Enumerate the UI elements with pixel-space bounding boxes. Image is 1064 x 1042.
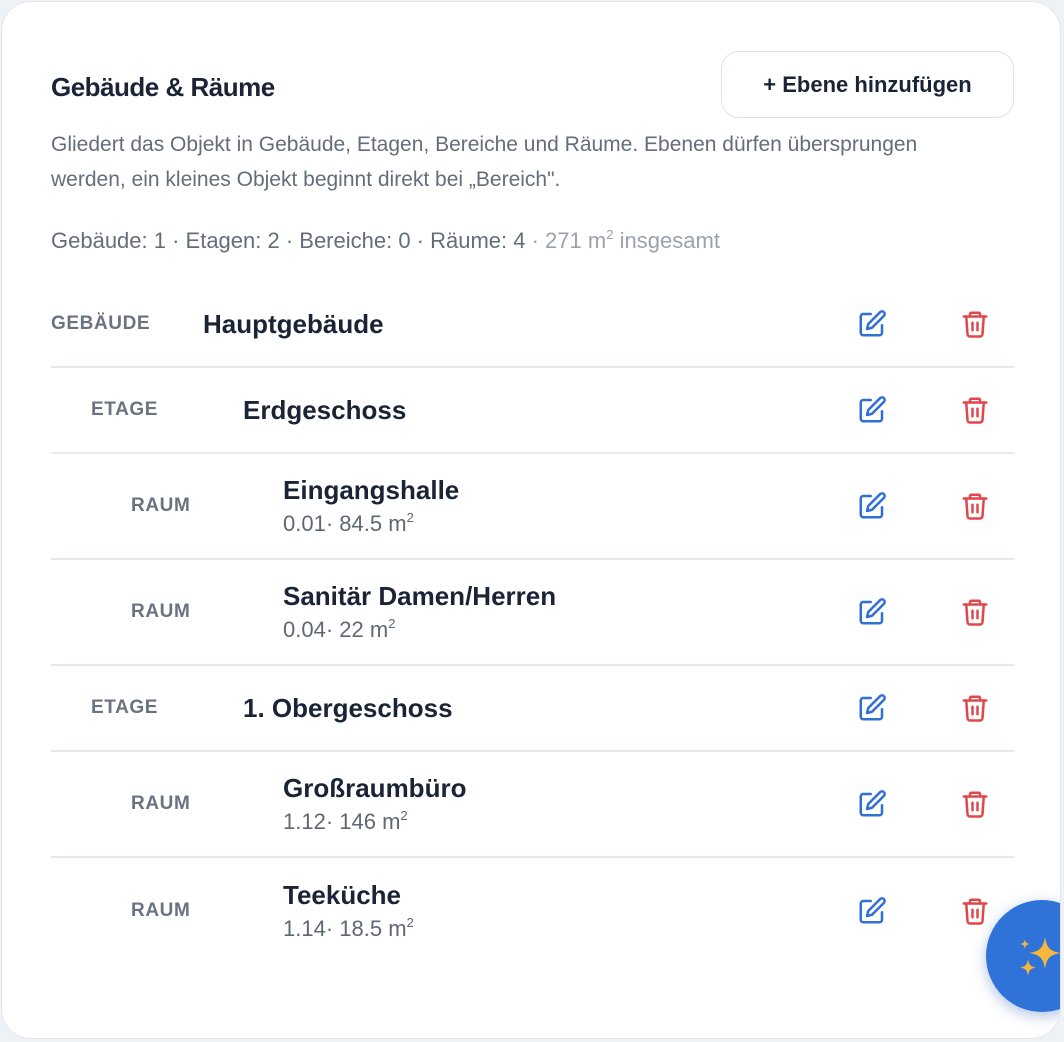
edit-icon [857, 693, 887, 723]
node-name: Erdgeschoss [243, 395, 407, 425]
section-header: Gebäude & Räume [51, 69, 275, 105]
node-name: 1. Obergeschoss [243, 693, 453, 723]
section-title: Gebäude & Räume [51, 71, 275, 102]
edit-button[interactable] [852, 891, 892, 931]
node-name: Hauptgebäude [203, 309, 384, 339]
room-meta-text: 1.12· 146 m [283, 809, 401, 834]
ai-assistant-button[interactable] [986, 900, 1060, 1012]
node-name: Eingangshalle [283, 475, 460, 505]
tree-row: RAUM Großraumbüro 1.12· 146 m2 [51, 752, 1015, 858]
edit-icon [857, 491, 887, 521]
add-level-button[interactable]: + Ebene hinzufügen [721, 51, 1014, 118]
tree-row: ETAGE 1. Obergeschoss [51, 666, 1015, 752]
tree-row: ETAGE Erdgeschoss [51, 368, 1015, 454]
level-label: RAUM [131, 495, 191, 516]
tree-row: RAUM Teeküche 1.14· 18.5 m2 [51, 858, 1015, 964]
room-number-area: 1.14· 18.5 m2 [283, 914, 414, 944]
node-info: Großraumbüro 1.12· 146 m2 [283, 752, 466, 856]
node-info: Sanitär Damen/Herren 0.04· 22 m2 [283, 560, 556, 664]
delete-button[interactable] [955, 304, 995, 344]
room-number-area: 1.12· 146 m2 [283, 807, 466, 837]
edit-icon [857, 789, 887, 819]
level-label: RAUM [131, 793, 191, 814]
level-label: GEBÄUDE [51, 313, 151, 334]
edit-button[interactable] [852, 592, 892, 632]
area-unit-exponent: 2 [388, 615, 396, 631]
area-unit-exponent: 2 [400, 807, 408, 823]
edit-icon [857, 597, 887, 627]
level-label: ETAGE [91, 399, 159, 420]
area-unit-exponent: 2 [406, 914, 414, 930]
delete-button[interactable] [955, 592, 995, 632]
node-info: 1. Obergeschoss [243, 666, 453, 750]
stats-counts: Gebäude: 1 · Etagen: 2 · Bereiche: 0 · R… [51, 228, 526, 253]
room-meta-text: 0.01· 84.5 m [283, 511, 407, 536]
stats-total-area: · 271 m2 insgesamt [525, 226, 720, 253]
trash-icon [960, 693, 990, 723]
buildings-rooms-card: Gebäude & Räume + Ebene hinzufügen Glied… [1, 1, 1061, 1039]
trash-icon [960, 309, 990, 339]
room-number-area: 0.04· 22 m2 [283, 615, 556, 645]
level-label: RAUM [131, 900, 191, 921]
node-info: Eingangshalle 0.01· 84.5 m2 [283, 454, 459, 558]
room-number-area: 0.01· 84.5 m2 [283, 509, 459, 539]
room-meta-text: 0.04· 22 m [283, 617, 389, 642]
node-name: Sanitär Damen/Herren [283, 581, 557, 611]
sparkles-icon [986, 900, 1060, 990]
hierarchy-tree: GEBÄUDE Hauptgebäude ETAGE Erdgeschoss RAUM E… [51, 282, 1015, 964]
level-label: ETAGE [91, 697, 159, 718]
trash-icon [960, 491, 990, 521]
edit-button[interactable] [852, 486, 892, 526]
delete-button[interactable] [955, 784, 995, 824]
trash-icon [960, 395, 990, 425]
edit-icon [857, 395, 887, 425]
stats-summary: Gebäude: 1 · Etagen: 2 · Bereiche: 0 · R… [51, 228, 720, 254]
room-meta-text: 1.14· 18.5 m [283, 916, 407, 941]
node-info: Erdgeschoss [243, 368, 406, 452]
section-description: Gliedert das Objekt in Gebäude, Etagen, … [51, 133, 918, 191]
node-name: Großraumbüro [283, 773, 467, 803]
delete-button[interactable] [955, 688, 995, 728]
tree-row: GEBÄUDE Hauptgebäude [51, 282, 1015, 368]
edit-button[interactable] [852, 390, 892, 430]
edit-icon [857, 896, 887, 926]
edit-button[interactable] [852, 784, 892, 824]
node-info: Teeküche 1.14· 18.5 m2 [283, 858, 414, 964]
delete-button[interactable] [955, 486, 995, 526]
node-name: Teeküche [283, 880, 402, 910]
tree-row: RAUM Sanitär Damen/Herren 0.04· 22 m2 [51, 560, 1015, 666]
trash-icon [960, 597, 990, 627]
edit-button[interactable] [852, 688, 892, 728]
level-label: RAUM [131, 601, 191, 622]
area-unit-exponent: 2 [406, 509, 414, 525]
trash-icon [960, 789, 990, 819]
node-info: Hauptgebäude [203, 282, 384, 366]
edit-button[interactable] [852, 304, 892, 344]
delete-button[interactable] [955, 390, 995, 430]
tree-row: RAUM Eingangshalle 0.01· 84.5 m2 [51, 454, 1015, 560]
edit-icon [857, 309, 887, 339]
